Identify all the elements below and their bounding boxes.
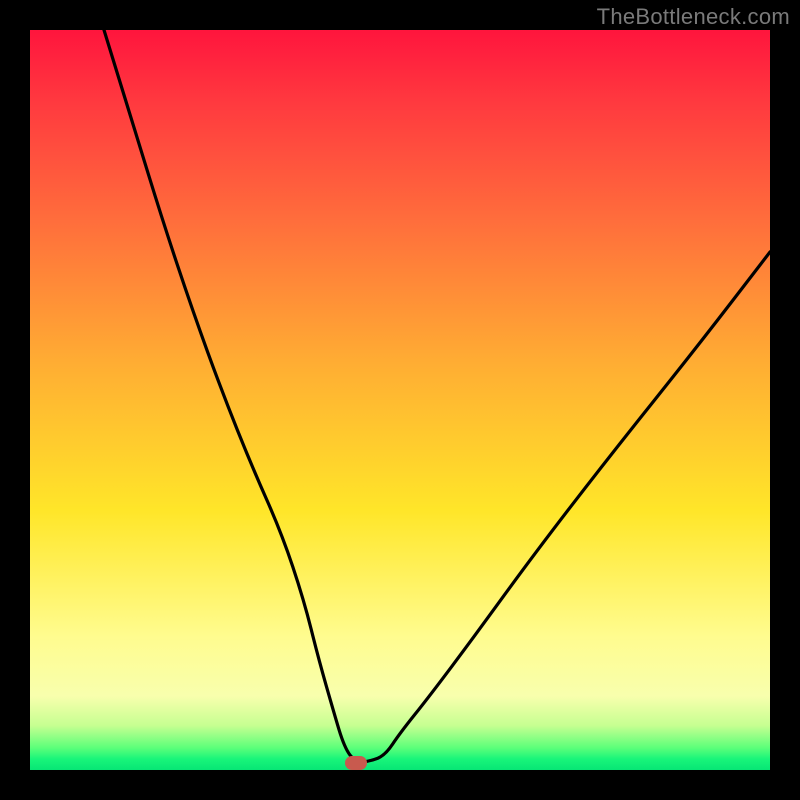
watermark-text: TheBottleneck.com: [597, 4, 790, 30]
optimum-marker: [345, 756, 367, 770]
curve-layer: [30, 30, 770, 770]
chart-frame: TheBottleneck.com: [0, 0, 800, 800]
bottleneck-curve: [104, 30, 770, 762]
